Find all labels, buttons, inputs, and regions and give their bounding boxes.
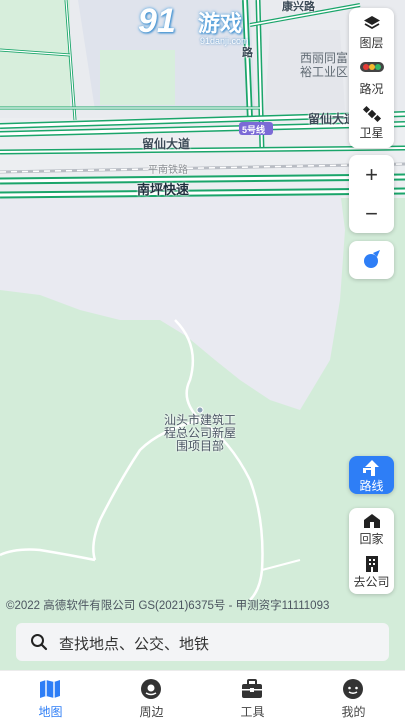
zoom-panel: + − <box>349 155 394 233</box>
road-label-kangxing: 康兴路 <box>282 1 315 13</box>
road-label-north: 路 <box>242 47 253 59</box>
layers-button[interactable]: 图层 <box>349 14 394 51</box>
home-icon <box>363 514 380 528</box>
tab-profile[interactable]: 我的 <box>303 671 404 720</box>
map-view[interactable]: 91 游戏 91danji.com 康兴路 路 西丽同富 裕工业区 留仙大道 留… <box>0 0 405 670</box>
poi-label[interactable]: 汕头市建筑工 程总公司新屋 围项目部 <box>155 414 245 453</box>
office-building-icon <box>365 556 378 572</box>
toolbox-icon <box>242 679 262 698</box>
profile-icon <box>343 679 363 699</box>
locate-button[interactable] <box>349 241 394 279</box>
watermark-text: 游戏 <box>198 11 243 36</box>
tab-nearby-label: 周边 <box>139 705 164 719</box>
tab-nearby[interactable]: 周边 <box>101 671 202 720</box>
road-label-nanping: 南坪快速 <box>137 182 190 197</box>
area-label-yu-industrial: 裕工业区 <box>300 65 349 79</box>
work-button[interactable]: 去公司 <box>349 555 394 590</box>
location-pin-icon <box>141 679 161 699</box>
home-button[interactable]: 回家 <box>349 512 394 547</box>
tab-map-label: 地图 <box>38 705 63 719</box>
tab-profile-label: 我的 <box>341 705 366 719</box>
layers-icon <box>363 16 380 30</box>
satellite-label: 卫星 <box>359 126 384 140</box>
metro-line5-label: 5号线 <box>242 125 266 135</box>
work-label: 去公司 <box>353 575 390 589</box>
search-input[interactable]: 查找地点、公交、地铁 <box>59 633 209 654</box>
traffic-button[interactable]: 路况 <box>349 60 394 97</box>
bottom-tab-bar: 地图 周边 工具 我的 <box>0 670 405 720</box>
map-icon <box>40 680 60 698</box>
zoom-in-button[interactable]: + <box>349 155 394 194</box>
layers-label: 图层 <box>359 36 384 50</box>
road-label-liuxian: 留仙大道 <box>142 137 191 151</box>
zoom-out-button[interactable]: − <box>349 194 394 233</box>
search-bar[interactable]: 查找地点、公交、地铁 <box>16 623 389 661</box>
watermark-number: 91 <box>138 2 176 40</box>
traffic-label: 路况 <box>359 82 384 96</box>
locate-icon <box>364 250 380 268</box>
tab-map[interactable]: 地图 <box>0 671 101 720</box>
rail-label-pingnan: 平南铁路 <box>148 165 188 176</box>
route-label: 路线 <box>359 479 384 493</box>
favorites-panel: 回家 去公司 <box>349 508 394 594</box>
satellite-icon <box>362 105 381 123</box>
satellite-button[interactable]: 卫星 <box>349 104 394 141</box>
traffic-light-icon <box>359 62 384 72</box>
home-label: 回家 <box>359 532 384 546</box>
route-button[interactable]: 路线 <box>349 456 394 494</box>
poi-line-3: 围项目部 <box>175 439 224 453</box>
map-canvas <box>0 0 405 670</box>
copyright-text: ©2022 高德软件有限公司 GS(2021)6375号 - 甲测资字11111… <box>6 600 330 612</box>
tab-tools-label: 工具 <box>240 705 265 719</box>
search-icon <box>31 634 48 651</box>
tab-tools[interactable]: 工具 <box>202 671 303 720</box>
map-layer-panel: 图层 路况 卫星 <box>349 8 394 148</box>
route-arrow-icon <box>362 460 379 476</box>
